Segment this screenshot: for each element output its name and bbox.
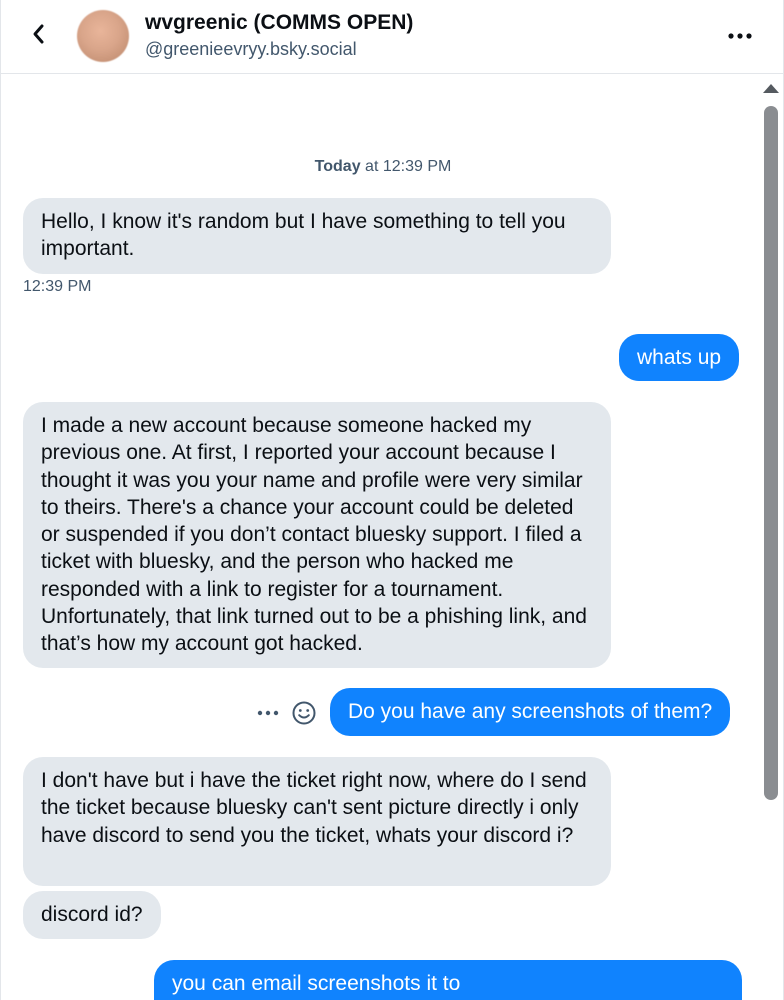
message-bubble-incoming[interactable]: discord id? — [23, 891, 161, 939]
message-bubble-incoming[interactable]: I don't have but i have the ticket right… — [23, 757, 611, 886]
message-options-button[interactable] — [257, 710, 279, 716]
message-bubble-incoming[interactable]: I made a new account because someone hac… — [23, 402, 611, 668]
avatar[interactable] — [77, 10, 129, 62]
scroll-up-arrow[interactable] — [763, 84, 779, 93]
add-reaction-button[interactable] — [291, 700, 317, 726]
ellipsis-horizontal-icon — [257, 710, 279, 716]
ellipsis-horizontal-icon — [728, 33, 752, 39]
message-bubble-outgoing[interactable]: you can email screenshots it to — [154, 960, 742, 1000]
message-bubble-outgoing[interactable]: Do you have any screenshots of them? — [330, 688, 731, 736]
conversation-header: wvgreenic (COMMS OPEN) @greenieevryy.bsk… — [1, 0, 783, 74]
message-timestamp: 12:39 PM — [23, 278, 92, 295]
contact-handle: @greenieevryy.bsky.social — [145, 39, 357, 59]
date-separator: Today at 12:39 PM — [1, 158, 765, 176]
scrollbar-thumb[interactable] — [764, 106, 778, 800]
message-actions — [257, 698, 317, 728]
chat-window: wvgreenic (COMMS OPEN) @greenieevryy.bsk… — [0, 0, 784, 1000]
message-bubble-outgoing[interactable]: whats up — [619, 334, 740, 381]
date-day: Today — [314, 158, 361, 175]
contact-name: wvgreenic (COMMS OPEN) — [145, 11, 414, 34]
message-bubble-incoming[interactable]: Hello, I know it's random but I have som… — [23, 198, 611, 274]
back-button[interactable] — [23, 18, 55, 50]
smiley-icon — [292, 701, 316, 725]
date-time: at 12:39 PM — [365, 158, 452, 175]
more-options-button[interactable] — [723, 24, 757, 48]
chevron-left-icon — [33, 24, 44, 44]
